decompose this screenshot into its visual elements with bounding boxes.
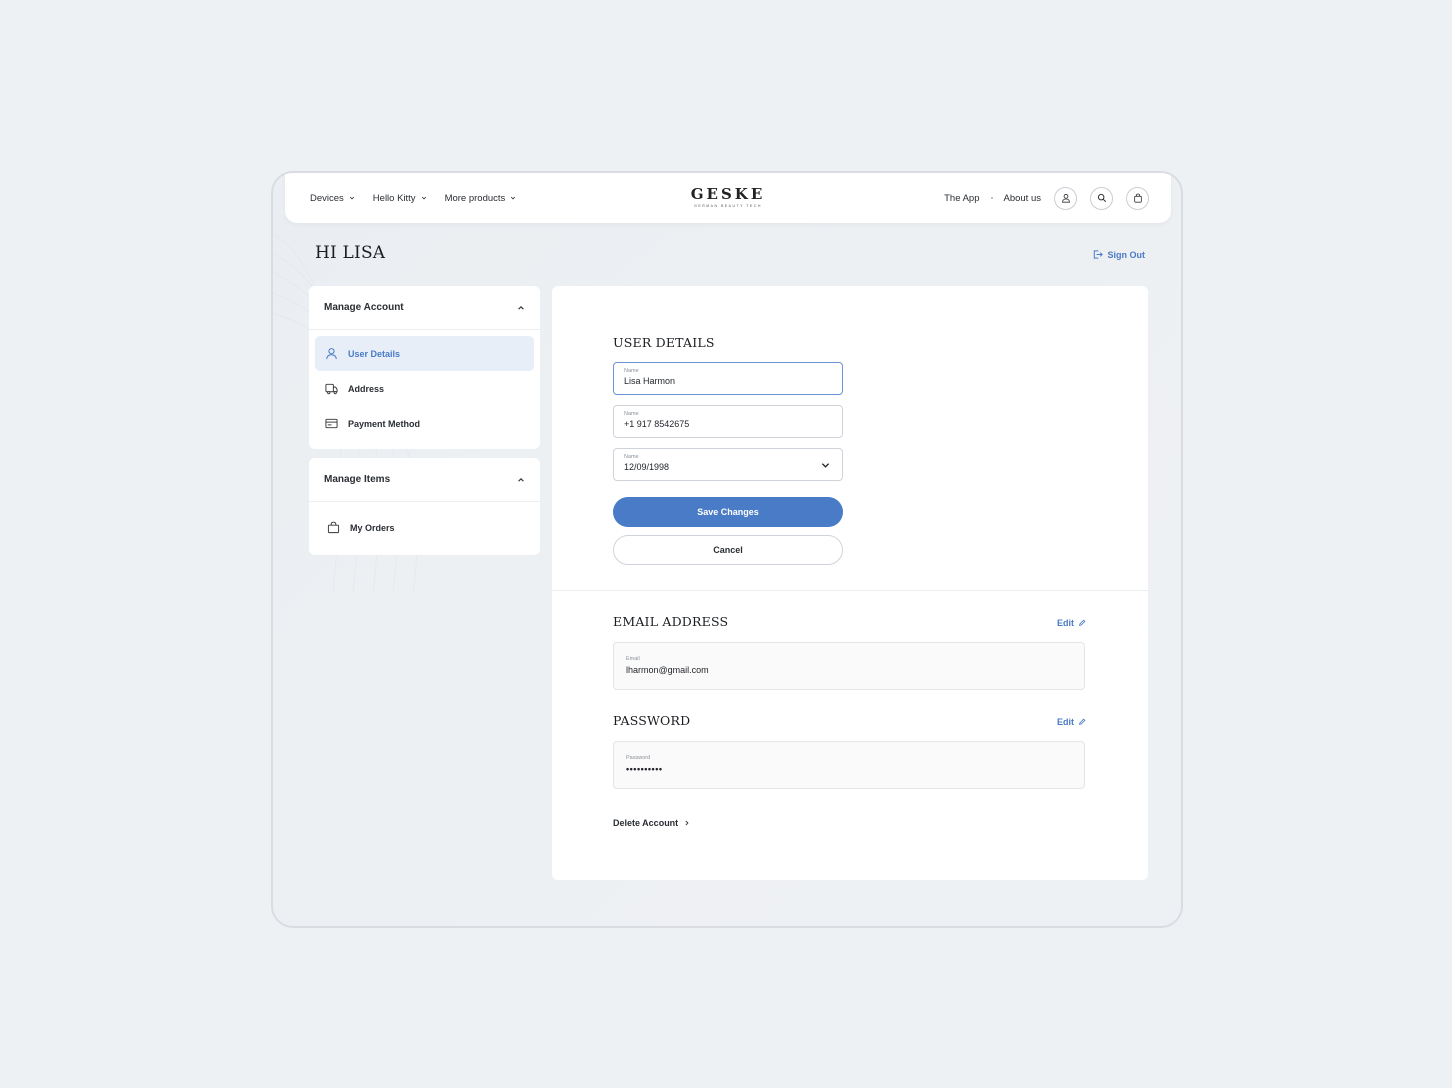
field-label: Name [624,454,639,460]
cancel-button[interactable]: Cancel [613,535,843,565]
sign-out-label: Sign Out [1107,249,1146,260]
password-field: Password •••••••••• [613,741,1085,789]
nav-item-more-products[interactable]: More products [445,193,517,204]
email-field: Email lharmon@gmail.com [613,642,1085,690]
page-title: HI LISA [315,243,386,263]
bag-icon [327,521,340,534]
manage-items-title: Manage Items [324,474,391,485]
sidebar-item-label: Payment Method [348,418,421,429]
logout-icon [1093,250,1103,259]
field-label: Name [624,411,639,417]
manage-items-header[interactable]: Manage Items [309,458,540,502]
app-frame: Devices Hello Kitty More products GESKE … [271,171,1183,928]
nav-item-devices[interactable]: Devices [310,193,355,204]
brand-logo[interactable]: GESKE GERMAN BEAUTY TECH [691,185,766,208]
search-button[interactable] [1090,186,1113,210]
sidebar-item-my-orders[interactable]: My Orders [315,510,534,545]
user-icon [1061,194,1070,203]
field-value: +1 917 8542675 [624,419,690,429]
manage-account-card: Manage Account User Details Address Paym… [309,286,540,449]
truck-icon [325,383,338,395]
nav-separator [990,197,993,199]
save-changes-button[interactable]: Save Changes [613,497,843,527]
edit-label: Edit [1057,717,1074,727]
search-icon [1097,193,1106,203]
nav-link-the-app[interactable]: The App [944,193,979,204]
sidebar-item-label: User Details [348,348,401,359]
manage-account-list: User Details Address Payment Method [309,330,540,449]
phone-field[interactable]: Name +1 917 8542675 [613,405,843,438]
edit-email-button[interactable]: Edit [1057,618,1086,628]
nav-item-label: Devices [310,192,344,204]
sign-out-button[interactable]: Sign Out [1092,249,1146,260]
sidebar-item-payment-method[interactable]: Payment Method [315,406,534,441]
delete-account-label: Delete Account [613,818,679,828]
manage-account-header[interactable]: Manage Account [309,286,540,330]
nav-item-label: More products [444,192,506,204]
top-nav: Devices Hello Kitty More products GESKE … [285,173,1171,223]
nav-right: The App About us [944,173,1149,223]
nav-item-hello-kitty[interactable]: Hello Kitty [373,193,427,204]
user-icon [326,348,337,360]
logo-tagline: GERMAN BEAUTY TECH [694,204,762,208]
section-divider [552,590,1148,591]
edit-password-button[interactable]: Edit [1057,717,1086,727]
field-value: Lisa Harmon [624,376,676,386]
field-label: Name [624,368,639,374]
pencil-icon [1078,619,1086,627]
manage-account-title: Manage Account [324,302,404,313]
birthdate-select[interactable]: Name 12/09/1998 [613,448,843,481]
nav-link-about-us[interactable]: About us [1004,193,1042,204]
field-value: •••••••••• [626,764,663,774]
field-label: Password [626,755,651,761]
sidebar-item-label: Address [348,383,385,394]
edit-label: Edit [1057,618,1074,628]
sidebar-item-label: My Orders [350,522,395,533]
field-label: Email [626,656,640,662]
bag-icon [1133,193,1142,203]
name-field[interactable]: Name Lisa Harmon [613,362,843,395]
delete-account-link[interactable]: Delete Account [613,818,690,828]
chevron-down-icon [421,196,426,200]
chevron-down-icon [821,463,830,468]
pencil-icon [1078,718,1086,726]
chevron-right-icon [685,820,689,826]
password-title: PASSWORD [613,713,691,728]
chevron-down-icon [511,196,516,200]
logo-text: GESKE [690,185,766,203]
email-title: EMAIL ADDRESS [613,614,729,629]
nav-item-label: Hello Kitty [372,192,416,204]
manage-items-card: Manage Items My Orders [309,458,540,555]
sidebar-item-user-details[interactable]: User Details [315,336,534,371]
user-details-title: USER DETAILS [613,335,715,350]
field-value: lharmon@gmail.com [626,665,709,675]
nav-left: Devices Hello Kitty More products [310,173,516,223]
main-panel: USER DETAILS Name Lisa Harmon Name +1 91… [552,286,1148,880]
sidebar-item-address[interactable]: Address [315,371,534,406]
cart-button[interactable] [1126,186,1149,210]
account-button[interactable] [1054,186,1077,210]
chevron-down-icon [349,196,354,200]
manage-items-list: My Orders [309,502,540,555]
chevron-up-icon [518,477,524,482]
chevron-up-icon [518,305,524,310]
field-value: 12/09/1998 [624,462,670,472]
card-icon [325,418,338,429]
